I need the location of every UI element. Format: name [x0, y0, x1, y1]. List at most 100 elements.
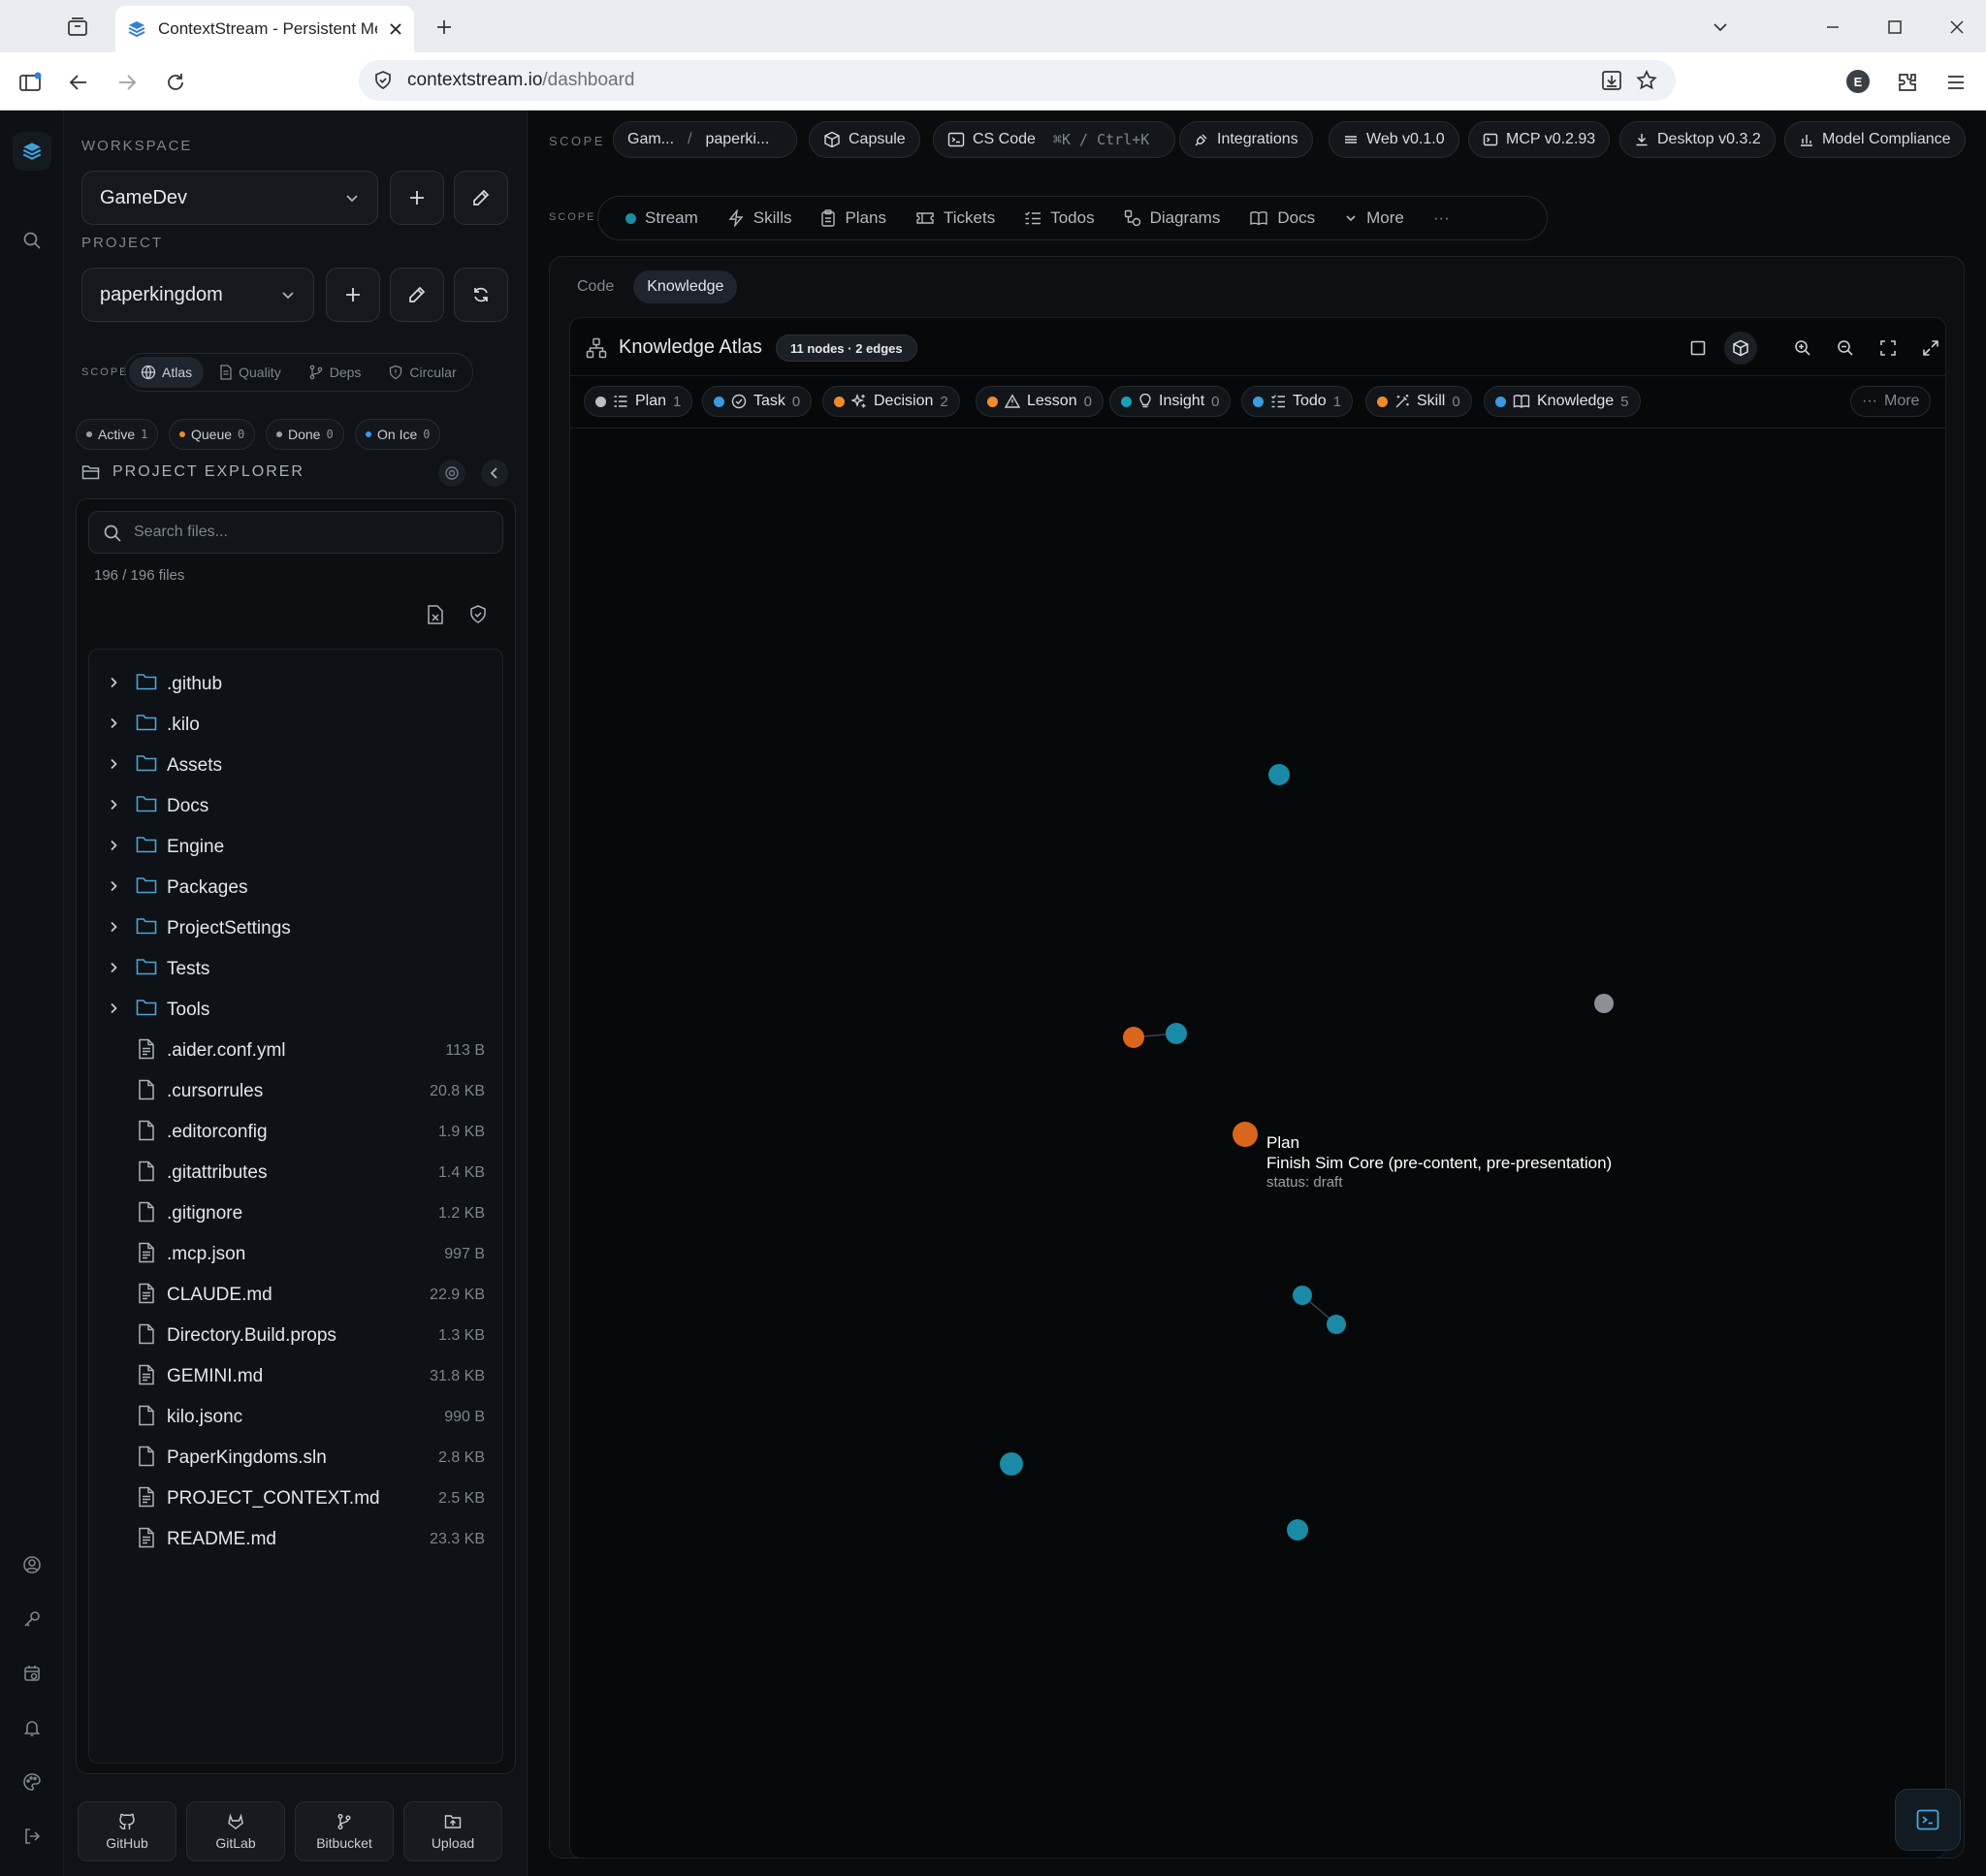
chevron-right-icon[interactable] — [107, 676, 120, 689]
status-chip-queue[interactable]: Queue 0 — [169, 419, 256, 450]
nav-docs[interactable]: Docs — [1237, 201, 1327, 236]
project-select[interactable]: paperkingdom — [81, 268, 314, 322]
rail-account-icon[interactable] — [13, 1545, 51, 1584]
chevron-right-icon[interactable] — [107, 757, 120, 771]
tree-file-row[interactable]: .gitattributes 1.4 KB — [89, 1152, 504, 1192]
status-chip-on-ice[interactable]: On Ice 0 — [355, 419, 441, 450]
workspace-select[interactable]: GameDev — [81, 171, 378, 225]
maximize-window-icon[interactable] — [1881, 14, 1908, 41]
graph-node-decision[interactable] — [1123, 1027, 1144, 1048]
graph-node-plan[interactable] — [1594, 994, 1614, 1013]
chevron-right-icon[interactable] — [107, 716, 120, 730]
nav-tickets[interactable]: Tickets — [904, 201, 1007, 236]
tree-file-row[interactable]: CLAUDE.md 22.9 KB — [89, 1274, 504, 1315]
add-project-button[interactable] — [326, 268, 380, 322]
site-security-icon[interactable] — [372, 70, 394, 91]
bookmark-star-icon[interactable] — [1635, 69, 1658, 92]
add-workspace-button[interactable] — [390, 171, 444, 225]
floating-terminal-button[interactable] — [1895, 1789, 1961, 1851]
minimize-window-icon[interactable] — [1819, 14, 1846, 41]
chevron-right-icon[interactable] — [107, 961, 120, 974]
chevron-right-icon[interactable] — [107, 920, 120, 934]
close-window-icon[interactable] — [1943, 14, 1970, 41]
tree-file-row[interactable]: README.md 23.3 KB — [89, 1518, 504, 1559]
extensions-icon[interactable] — [1893, 68, 1922, 97]
tab-overview-icon[interactable] — [64, 14, 91, 41]
chevron-right-icon[interactable] — [107, 839, 120, 852]
tree-folder-row[interactable]: Engine — [89, 826, 504, 867]
tree-file-row[interactable]: .cursorrules 20.8 KB — [89, 1070, 504, 1111]
breadcrumb-project[interactable]: paperki... — [705, 131, 769, 148]
nav-more[interactable]: More — [1332, 201, 1416, 236]
scope-breadcrumb[interactable]: Gam... / paperki... — [613, 121, 797, 158]
tab-list-chevron-icon[interactable] — [1707, 14, 1734, 41]
browser-tab-active[interactable]: ContextStream - Persistent Mem — [115, 6, 414, 52]
nav-skills[interactable]: Skills — [716, 201, 804, 236]
cs-code-button[interactable]: CS Code ⌘K / Ctrl+K — [933, 121, 1175, 158]
sub-tab-code[interactable]: Code — [563, 270, 627, 303]
status-chip-active[interactable]: Active 1 — [76, 419, 159, 450]
tree-file-row[interactable]: PROJECT_CONTEXT.md 2.5 KB — [89, 1478, 504, 1518]
chevron-right-icon[interactable] — [107, 798, 120, 811]
tree-file-row[interactable]: .mcp.json 997 B — [89, 1233, 504, 1274]
status-chip-done[interactable]: Done 0 — [266, 419, 344, 450]
tree-folder-row[interactable]: .kilo — [89, 704, 504, 745]
graph-node-knowledge[interactable] — [1166, 1023, 1187, 1044]
download-page-icon[interactable] — [1600, 69, 1623, 92]
rail-search-icon[interactable] — [13, 221, 51, 260]
graph-node-decision[interactable] — [1233, 1122, 1258, 1147]
explorer-target-button[interactable] — [438, 460, 465, 487]
collapse-sidebar-button[interactable] — [481, 460, 508, 487]
nav-overflow-button[interactable]: ··· — [1422, 201, 1461, 236]
back-icon[interactable] — [64, 68, 93, 97]
capsule-button[interactable]: Capsule — [809, 121, 920, 158]
bitbucket-button[interactable]: Bitbucket — [295, 1801, 394, 1861]
tree-folder-row[interactable]: Tests — [89, 948, 504, 989]
address-bar[interactable]: contextstream.io/dashboard — [359, 60, 1676, 101]
refresh-project-button[interactable] — [454, 268, 508, 322]
nav-diagrams[interactable]: Diagrams — [1112, 201, 1233, 236]
rail-theme-icon[interactable] — [13, 1763, 51, 1801]
edit-workspace-button[interactable] — [454, 171, 508, 225]
scope-tab-atlas[interactable]: Atlas — [129, 357, 205, 388]
graph-node-knowledge[interactable] — [1268, 764, 1290, 785]
tree-file-row[interactable]: PaperKingdoms.sln 2.8 KB — [89, 1437, 504, 1478]
tree-file-row[interactable]: Directory.Build.props 1.3 KB — [89, 1315, 504, 1355]
close-tab-icon[interactable] — [389, 22, 402, 36]
nav-todos[interactable]: Todos — [1012, 201, 1105, 236]
chevron-right-icon[interactable] — [107, 1002, 120, 1015]
upload-button[interactable]: Upload — [403, 1801, 502, 1861]
web-version-chip[interactable]: Web v0.1.0 — [1329, 121, 1459, 158]
profile-avatar[interactable]: E — [1846, 70, 1870, 93]
scope-tab-circular[interactable]: Circular — [376, 357, 467, 388]
graph-node-todo[interactable] — [1000, 1452, 1023, 1476]
tree-folder-row[interactable]: ProjectSettings — [89, 907, 504, 948]
shield-check-icon[interactable] — [468, 604, 488, 625]
tree-folder-row[interactable]: .github — [89, 663, 504, 704]
app-logo-icon[interactable] — [13, 132, 51, 171]
tree-file-row[interactable]: .gitignore 1.2 KB — [89, 1192, 504, 1233]
tree-folder-row[interactable]: Tools — [89, 989, 504, 1030]
tree-file-row[interactable]: .aider.conf.yml 113 B — [89, 1030, 504, 1070]
file-search-input[interactable]: Search files... — [88, 511, 503, 554]
atlas-graph-canvas[interactable] — [570, 318, 1946, 1859]
chevron-right-icon[interactable] — [107, 879, 120, 893]
desktop-version-chip[interactable]: Desktop v0.3.2 — [1619, 121, 1776, 158]
github-button[interactable]: GitHub — [78, 1801, 176, 1861]
tree-folder-row[interactable]: Assets — [89, 745, 504, 785]
nav-plans[interactable]: Plans — [809, 201, 898, 236]
gitlab-button[interactable]: GitLab — [186, 1801, 285, 1861]
scope-tab-quality[interactable]: Quality — [208, 357, 293, 388]
nav-stream[interactable]: Stream — [614, 201, 710, 236]
tree-folder-row[interactable]: Docs — [89, 785, 504, 826]
edit-project-button[interactable] — [390, 268, 444, 322]
model-compliance-button[interactable]: Model Compliance — [1784, 121, 1966, 158]
scope-tab-deps[interactable]: Deps — [297, 357, 373, 388]
rail-notifications-icon[interactable] — [13, 1708, 51, 1747]
forward-icon[interactable] — [112, 68, 142, 97]
graph-node-knowledge[interactable] — [1327, 1315, 1346, 1334]
browser-menu-icon[interactable] — [1941, 68, 1970, 97]
rail-calendar-icon[interactable] — [13, 1654, 51, 1693]
graph-node-knowledge[interactable] — [1287, 1519, 1308, 1541]
reload-icon[interactable] — [161, 68, 190, 97]
